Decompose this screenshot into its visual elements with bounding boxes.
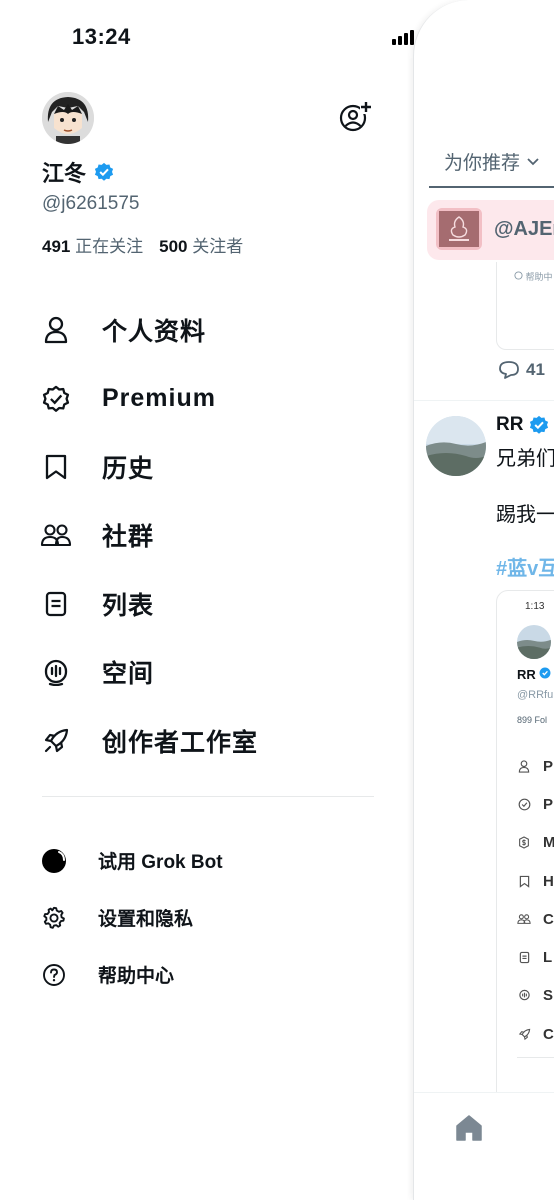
bookmark-icon xyxy=(517,874,531,888)
reply-button[interactable]: 41 xyxy=(498,360,545,380)
bottom-tab-bar xyxy=(414,1092,554,1200)
media-menu-row: L xyxy=(517,938,554,976)
advertiser-handle[interactable]: @AJEr xyxy=(494,218,554,241)
post-author[interactable]: RR xyxy=(496,414,549,436)
communities-icon xyxy=(40,519,72,551)
post-text-line: 兄弟们 xyxy=(496,448,554,470)
premium-badge-icon xyxy=(40,383,72,415)
gear-icon xyxy=(40,904,68,932)
rocket-icon xyxy=(40,725,72,757)
status-time: 13:24 xyxy=(72,24,131,49)
post-divider xyxy=(414,400,554,401)
person-icon xyxy=(517,759,531,773)
drawer-menu: 个人资料 Premium 历史 社群 列表 空间 创作者工作室 xyxy=(40,296,380,775)
menu-item-settings[interactable]: 设置和隐私 xyxy=(40,889,380,946)
media-menu-row: C xyxy=(517,900,554,938)
menu-item-communities[interactable]: 社群 xyxy=(40,501,380,569)
spaces-icon xyxy=(40,656,72,688)
tab-underline xyxy=(429,186,554,188)
verified-badge-icon xyxy=(94,162,114,181)
premium-badge-icon xyxy=(517,797,531,811)
media-menu-row: C xyxy=(517,1015,554,1053)
bookmark-icon xyxy=(40,451,72,483)
menu-item-spaces[interactable]: 空间 xyxy=(40,638,380,706)
communities-icon xyxy=(517,912,531,926)
info-icon xyxy=(514,271,523,280)
media-handle: @RRfu xyxy=(517,689,554,701)
menu-divider xyxy=(42,796,374,797)
profile-name-row: 江冬 xyxy=(42,156,114,188)
media-menu-row: P xyxy=(517,785,554,823)
rocket-icon xyxy=(517,1027,531,1041)
verified-badge-icon xyxy=(539,667,551,679)
home-icon[interactable] xyxy=(454,1113,484,1143)
timeline-panel[interactable]: 为你推荐 @AJEr 帮助中 41 RR 兄弟们 踢我一 #蓝v互 1:13 R… xyxy=(413,0,554,1200)
media-status-time: 1:13 xyxy=(525,601,545,612)
menu-item-history[interactable]: 历史 xyxy=(40,433,380,501)
media-menu: P P M H C L S C xyxy=(517,747,554,1053)
verified-badge-icon xyxy=(530,415,549,434)
list-icon xyxy=(517,951,531,965)
money-icon xyxy=(517,836,531,850)
follow-stats: 491 正在关注 500 关注者 xyxy=(42,232,243,257)
menu-item-lists[interactable]: 列表 xyxy=(40,570,380,638)
media-menu-row: P xyxy=(517,747,554,785)
display-name: 江冬 xyxy=(42,161,87,186)
add-account-icon[interactable] xyxy=(338,100,372,134)
profile-handle: @j6261575 xyxy=(42,193,140,214)
drawer-secondary-menu: 试用 Grok Bot 设置和隐私 帮助中心 xyxy=(40,832,380,1003)
spaces-icon xyxy=(517,989,531,1003)
chevron-down-icon xyxy=(527,157,539,165)
promoted-card-text: 帮助中 xyxy=(514,270,553,283)
post-author-avatar[interactable] xyxy=(426,416,486,476)
grok-icon xyxy=(40,847,68,875)
cellular-signal-icon xyxy=(392,27,414,45)
media-menu-row: M xyxy=(517,824,554,862)
post-text-line: 踢我一 xyxy=(496,504,554,526)
media-menu-row: H xyxy=(517,862,554,900)
menu-item-grok[interactable]: 试用 Grok Bot xyxy=(40,832,380,889)
media-divider xyxy=(517,1057,554,1058)
menu-item-profile[interactable]: 个人资料 xyxy=(40,296,380,364)
media-follow-stats: 899 Fol xyxy=(517,715,548,725)
post-media-screenshot[interactable]: 1:13 RR @RRfu 899 Fol P P M H C L S C xyxy=(496,590,554,1110)
media-menu-row: S xyxy=(517,977,554,1015)
menu-item-premium[interactable]: Premium xyxy=(40,364,380,432)
reply-icon xyxy=(499,361,519,379)
media-name: RR xyxy=(517,667,551,682)
following-link[interactable]: 491 正在关注 xyxy=(42,232,143,257)
menu-item-help[interactable]: 帮助中心 xyxy=(40,946,380,1003)
followers-link[interactable]: 500 关注者 xyxy=(159,232,243,257)
avatar[interactable] xyxy=(42,92,94,144)
tab-for-you[interactable]: 为你推荐 xyxy=(444,148,540,175)
help-icon xyxy=(40,961,68,989)
post-hashtag[interactable]: #蓝v互 xyxy=(496,552,554,581)
person-icon xyxy=(40,314,72,346)
advertiser-logo[interactable] xyxy=(436,208,482,250)
list-icon xyxy=(40,588,72,620)
menu-item-creator-studio[interactable]: 创作者工作室 xyxy=(40,706,380,774)
media-avatar xyxy=(517,625,551,659)
